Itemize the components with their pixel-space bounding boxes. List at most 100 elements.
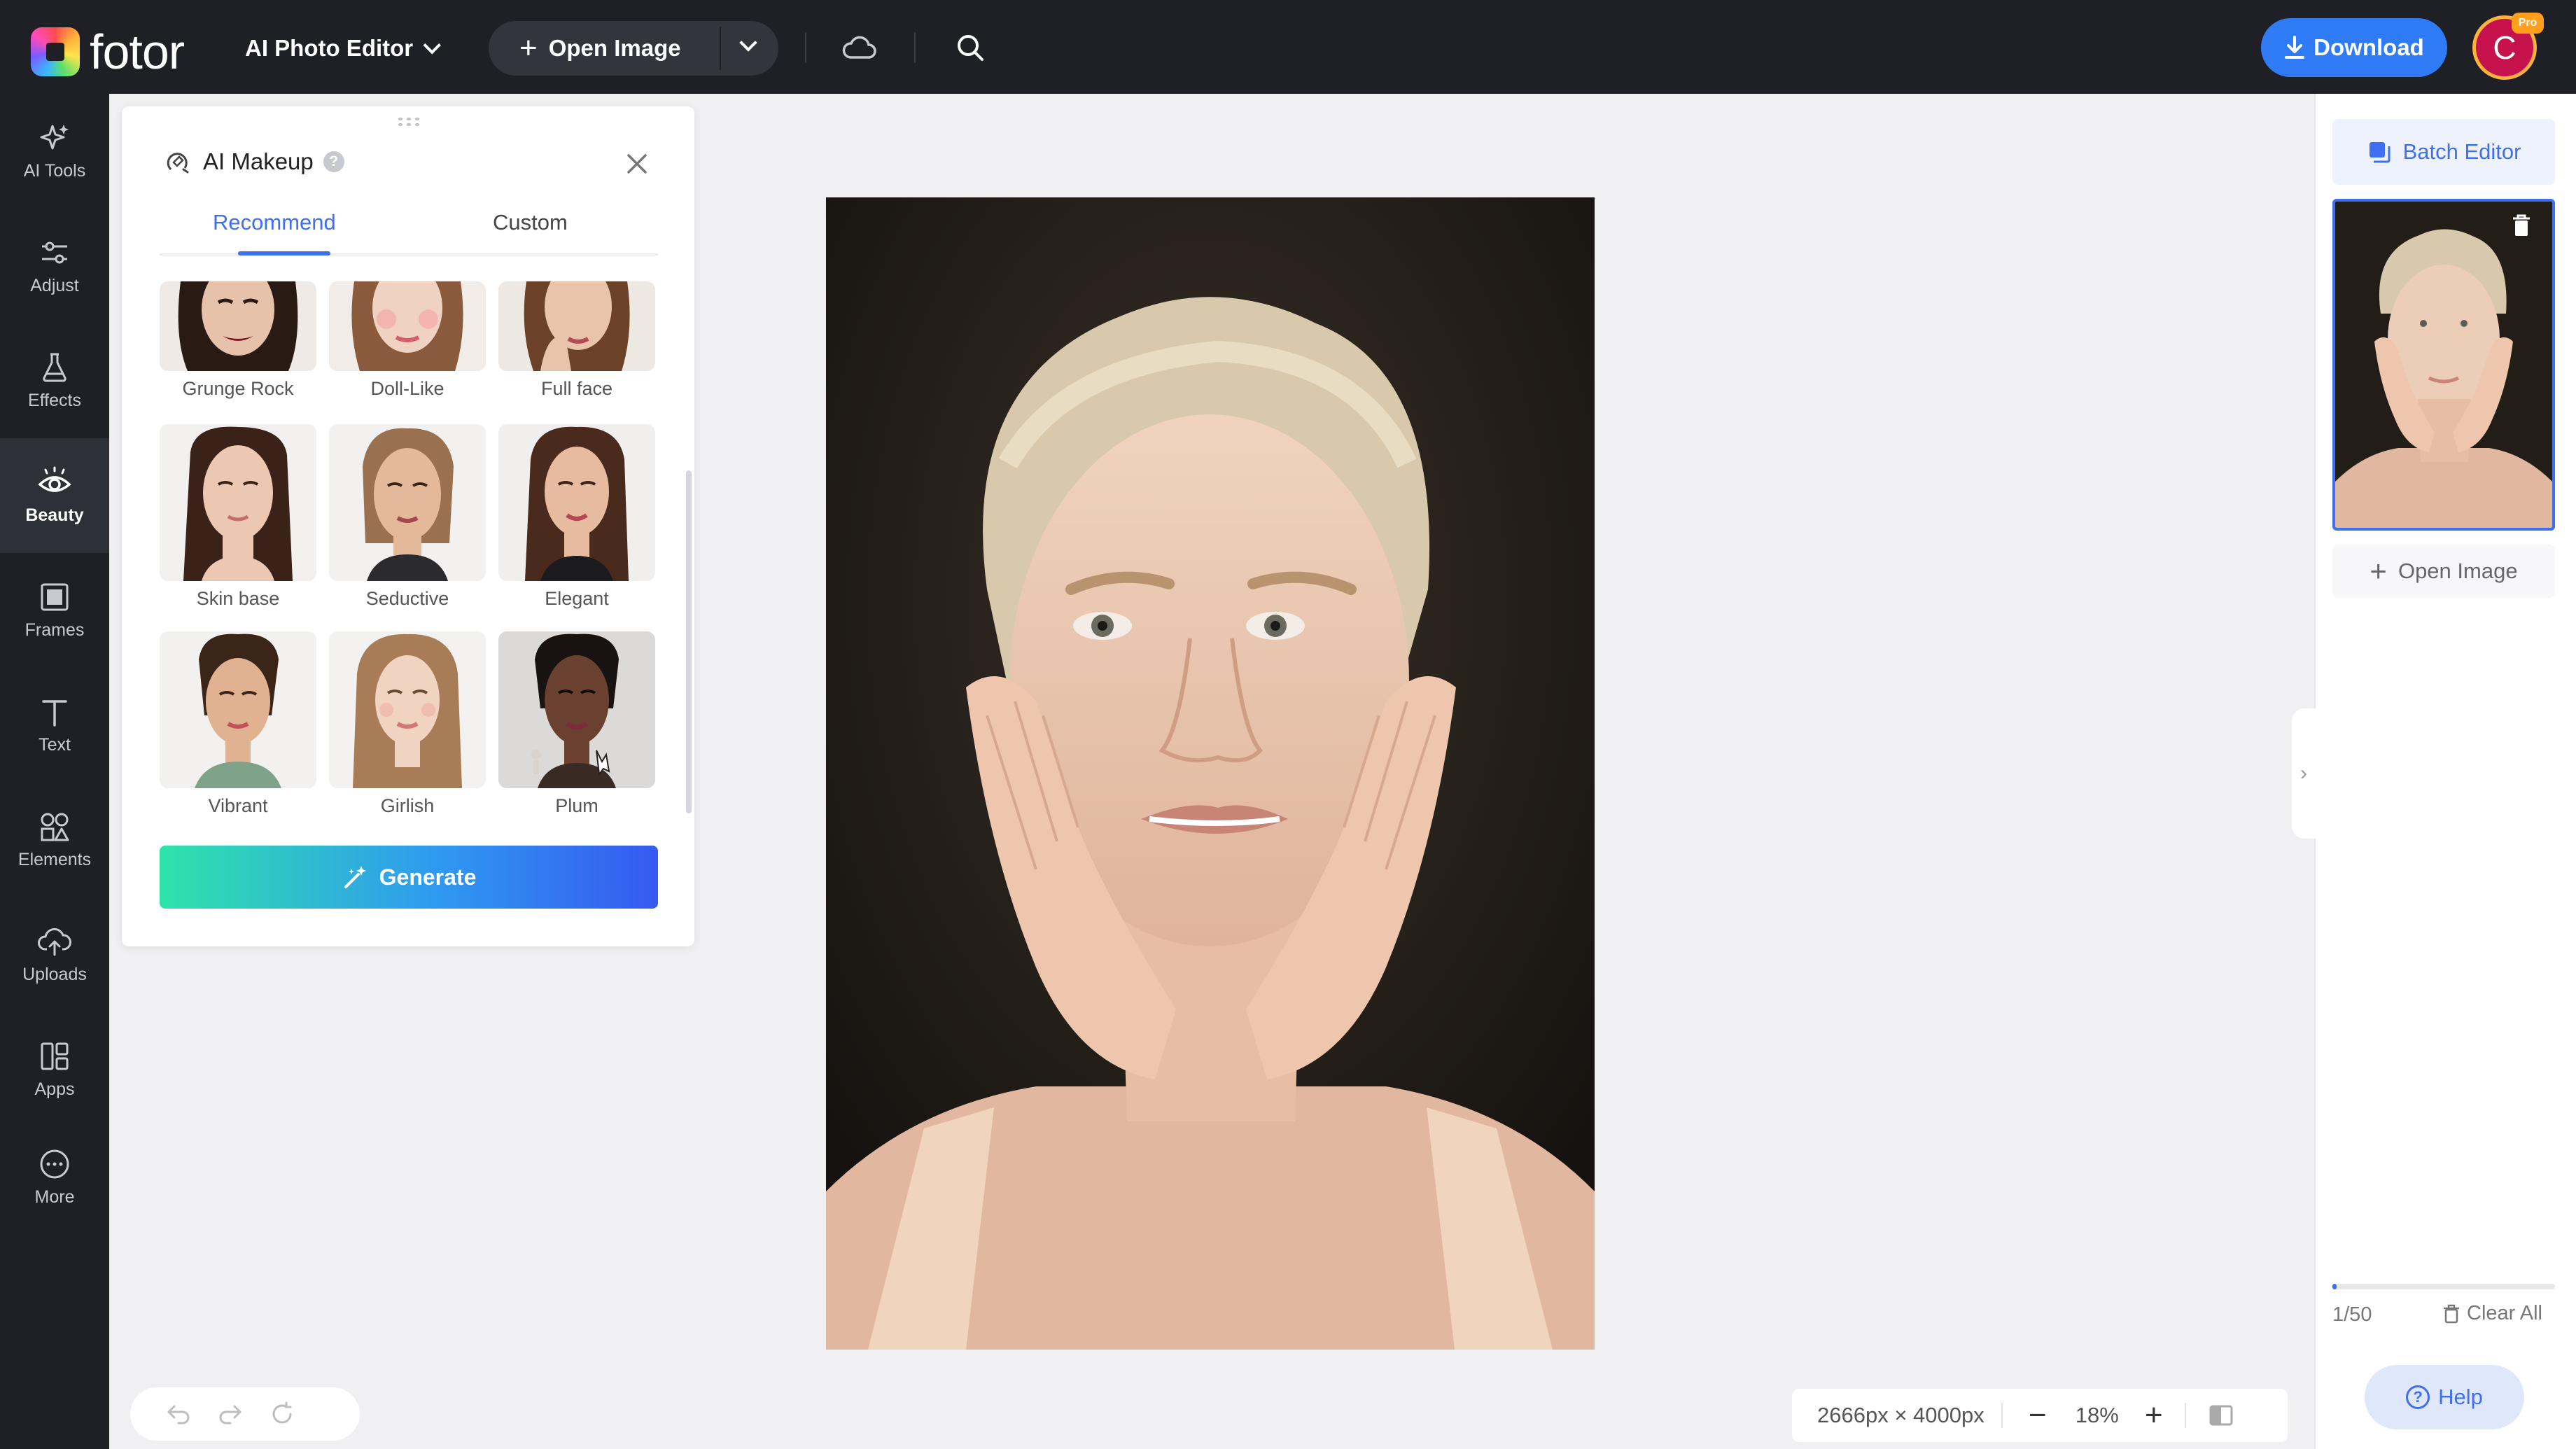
question-icon: ? — [2406, 1385, 2430, 1409]
nav-item-elements[interactable]: Elements — [0, 783, 109, 897]
open-image-label: Open Image — [2398, 559, 2518, 583]
chevron-right-icon[interactable]: › — [2292, 708, 2316, 839]
search-icon[interactable] — [951, 28, 990, 67]
close-icon[interactable] — [623, 150, 651, 178]
batch-editor-label: Batch Editor — [2402, 139, 2521, 164]
open-image-button-secondary[interactable]: + Open Image — [2332, 545, 2555, 598]
nav-item-apps[interactable]: Apps — [0, 1012, 109, 1127]
panel-scrollbar[interactable] — [686, 470, 692, 813]
sliders-icon — [42, 241, 67, 263]
nav-item-more[interactable]: More — [0, 1120, 109, 1235]
toolbar-divider — [805, 32, 806, 63]
style-label: Seductive — [365, 588, 449, 609]
download-label: Download — [2314, 34, 2424, 60]
left-sidebar: AI Tools Adjust Effects Beauty Frames Te… — [0, 94, 109, 1449]
redo-icon[interactable] — [204, 1387, 256, 1441]
download-icon — [2285, 36, 2305, 59]
nav-item-uploads[interactable]: Uploads — [0, 897, 109, 1012]
image-count: 1/50 — [2332, 1303, 2372, 1326]
open-image-label: Open Image — [548, 35, 681, 61]
zoom-toolbar: 2666px × 4000px − 18% + — [1792, 1389, 2288, 1442]
shapes-icon — [41, 813, 69, 841]
cloud-icon[interactable] — [840, 28, 879, 67]
zoom-out-button[interactable]: − — [2024, 1400, 2052, 1431]
flask-icon — [43, 353, 66, 382]
nav-label: Text — [38, 734, 71, 755]
batch-editor-button[interactable]: Batch Editor — [2332, 119, 2555, 185]
nav-item-effects[interactable]: Effects — [0, 323, 109, 438]
image-count-progress-fill — [2332, 1284, 2337, 1289]
clear-all-button[interactable]: Clear All — [2442, 1302, 2542, 1325]
trash-icon[interactable] — [2507, 211, 2535, 239]
ai-tools-icon — [40, 124, 69, 149]
button-divider — [720, 27, 721, 70]
more-icon — [40, 1149, 69, 1178]
nav-label: Apps — [34, 1079, 75, 1099]
generate-button[interactable]: Generate — [160, 846, 658, 909]
nav-label: AI Tools — [23, 160, 86, 181]
eye-icon — [38, 466, 71, 492]
zoom-divider — [2184, 1403, 2186, 1428]
nav-item-beauty[interactable]: Beauty — [0, 438, 109, 553]
makeup-style-card[interactable]: Full face — [498, 281, 655, 400]
style-thumbnail — [160, 631, 316, 788]
nav-item-ai-tools[interactable]: AI Tools — [0, 94, 109, 209]
frame-icon — [41, 583, 69, 610]
editor-mode-menu[interactable]: AI Photo Editor — [245, 31, 442, 66]
style-thumbnail — [160, 424, 316, 581]
plus-icon: + — [2370, 554, 2387, 587]
nav-item-frames[interactable]: Frames — [0, 553, 109, 668]
makeup-style-card[interactable]: Grunge Rock — [160, 281, 316, 400]
style-thumbnail — [498, 281, 655, 371]
tab-recommend[interactable]: Recommend — [213, 210, 336, 235]
makeup-style-card[interactable]: Seductive — [329, 424, 486, 610]
style-label: Doll-Like — [370, 378, 444, 399]
reset-icon[interactable] — [256, 1387, 308, 1441]
text-icon — [42, 699, 67, 727]
apps-icon — [41, 1042, 69, 1070]
nav-label: More — [34, 1186, 75, 1207]
download-button[interactable]: Download — [2261, 18, 2447, 77]
style-label: Vibrant — [208, 795, 268, 816]
nav-item-adjust[interactable]: Adjust — [0, 209, 109, 323]
help-button[interactable]: ? Help — [2365, 1365, 2524, 1429]
makeup-style-card[interactable]: Skin base — [160, 424, 316, 610]
style-thumbnail — [498, 424, 655, 581]
toolbar-divider — [914, 32, 916, 63]
canvas-photo[interactable] — [826, 197, 1595, 1350]
undo-icon[interactable] — [153, 1387, 204, 1441]
image-thumbnail[interactable] — [2332, 199, 2555, 531]
open-image-button[interactable]: + Open Image — [489, 21, 778, 76]
makeup-style-card[interactable]: Plum — [498, 631, 655, 817]
makeup-style-card[interactable]: Elegant — [498, 424, 655, 610]
nav-label: Frames — [24, 620, 85, 640]
style-label: Elegant — [545, 588, 609, 609]
pro-badge: Pro — [2512, 13, 2544, 34]
style-thumbnail — [329, 424, 486, 581]
fotor-logo[interactable]: fotor — [31, 24, 185, 80]
makeup-style-card[interactable]: Doll-Like — [329, 281, 486, 400]
plus-icon: + — [519, 31, 538, 65]
drag-handle-icon[interactable] — [396, 116, 420, 127]
open-image-dropdown-icon[interactable] — [739, 34, 757, 52]
compare-icon[interactable] — [2207, 1405, 2235, 1426]
help-label: Help — [2438, 1385, 2483, 1409]
nav-label: Effects — [28, 390, 81, 410]
clear-all-label: Clear All — [2467, 1302, 2542, 1324]
style-thumbnail — [329, 281, 486, 371]
tab-custom[interactable]: Custom — [493, 210, 568, 235]
zoom-in-button[interactable]: + — [2140, 1400, 2168, 1431]
makeup-icon — [167, 153, 189, 174]
makeup-style-card[interactable]: Girlish — [329, 631, 486, 817]
logo-text: fotor — [90, 24, 185, 79]
makeup-style-card[interactable]: Vibrant — [160, 631, 316, 817]
help-icon[interactable]: ? — [323, 151, 344, 172]
style-thumbnail — [160, 281, 316, 371]
ai-makeup-panel: AI Makeup ? Recommend Custom Grunge Rock… — [122, 106, 694, 946]
nav-item-text[interactable]: Text — [0, 668, 109, 783]
style-label: Girlish — [380, 795, 435, 816]
style-thumbnail — [329, 631, 486, 788]
chevron-down-icon — [423, 36, 442, 55]
style-label: Grunge Rock — [182, 378, 294, 399]
tab-divider — [160, 253, 658, 255]
